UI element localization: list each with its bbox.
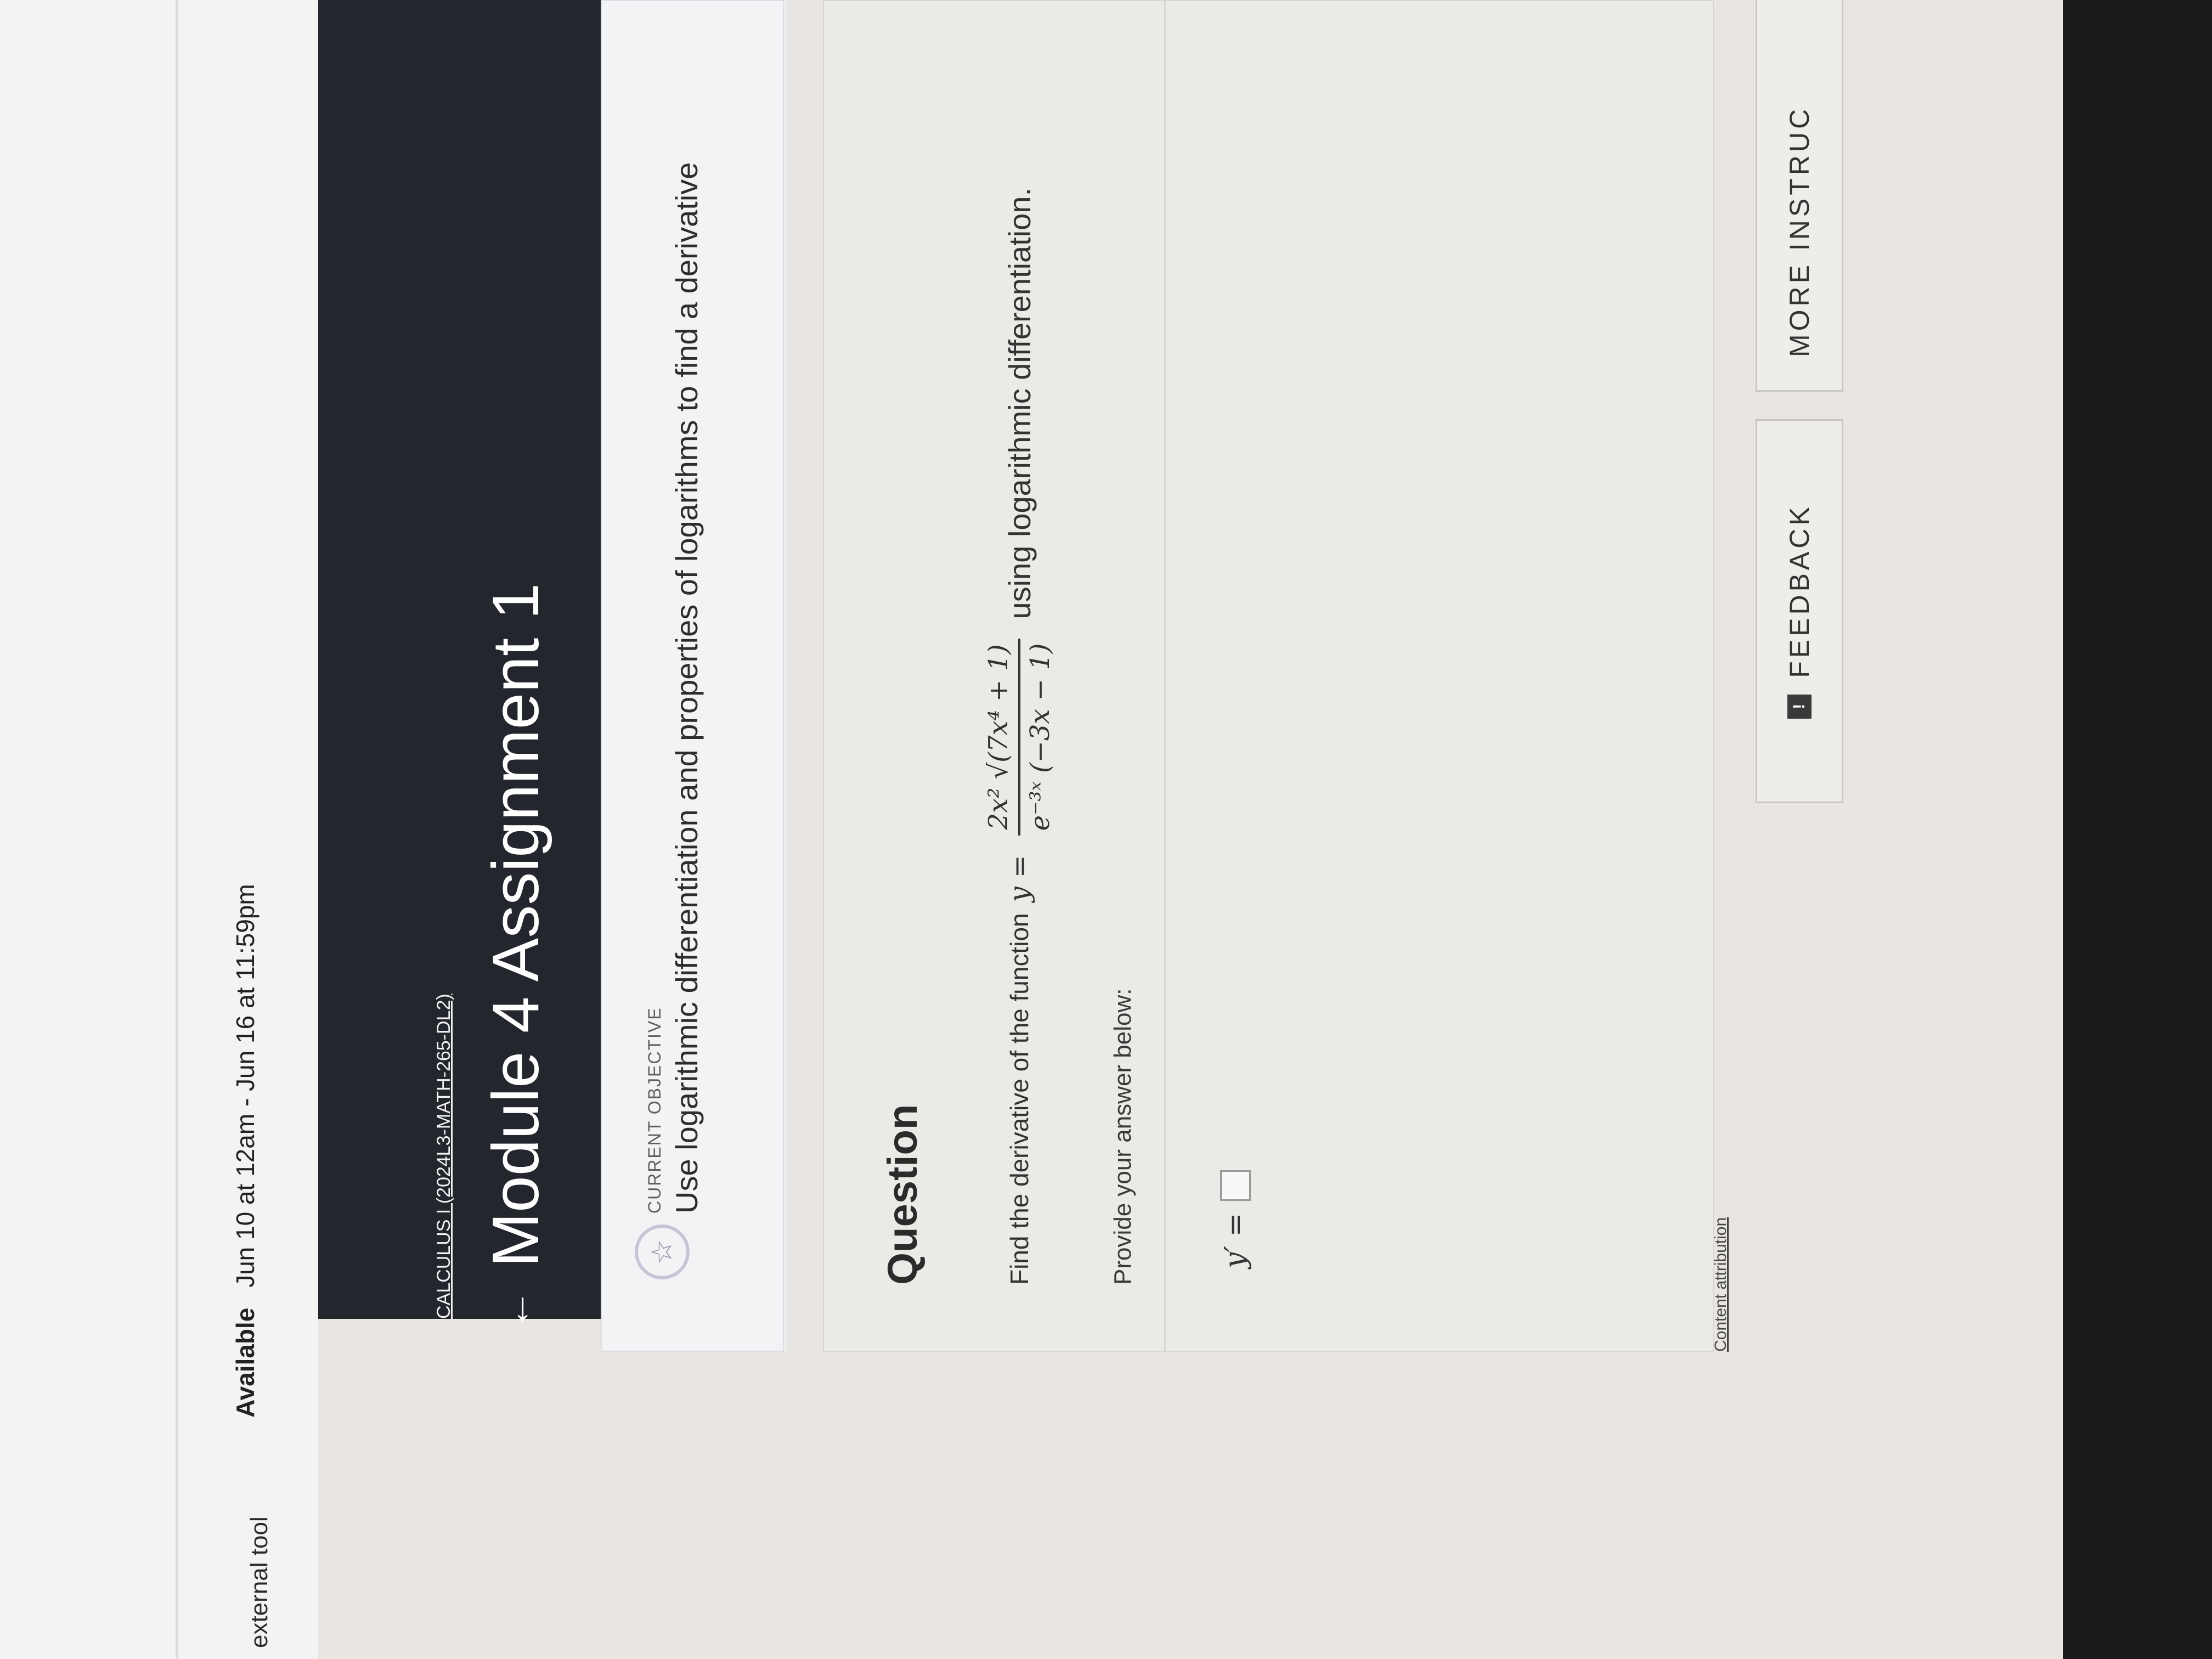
function-fraction: 2x² √(7x⁴ + 1) e⁻³ˣ (−3x − 1) bbox=[983, 637, 1056, 836]
answer-row: y′ = bbox=[1219, 1170, 1252, 1268]
feedback-label: FEEDBACK bbox=[1784, 504, 1815, 678]
more-instructions-label: MORE INSTRUC bbox=[1784, 105, 1815, 357]
provide-answer-label: Provide your answer below: bbox=[1109, 988, 1136, 1285]
question-heading: Question bbox=[879, 1104, 926, 1285]
external-tool-label: external tool bbox=[246, 1516, 273, 1648]
divider bbox=[176, 0, 178, 1659]
arrow-left-icon[interactable]: ← bbox=[493, 1289, 538, 1330]
available-dates: Jun 10 at 12am - Jun 16 at 11:59pm bbox=[231, 884, 259, 1288]
title-row: ← Module 4 Assignment 1 bbox=[479, 583, 552, 1330]
prompt-suffix: using logarithmic differentiation. bbox=[1002, 187, 1037, 619]
availability-info: Available Jun 10 at 12am - Jun 16 at 11:… bbox=[230, 884, 260, 1418]
fraction-denominator: e⁻³ˣ (−3x − 1) bbox=[1025, 643, 1056, 831]
function-lhs: y = bbox=[1003, 855, 1035, 902]
feedback-button[interactable]: ! FEEDBACK bbox=[1756, 419, 1843, 803]
monitor-bezel bbox=[2063, 0, 2212, 1659]
assignment-header bbox=[318, 0, 614, 1319]
star-icon: ☆ bbox=[635, 1224, 690, 1279]
objective-label: CURRENT OBJECTIVE bbox=[645, 1007, 664, 1214]
prompt-prefix: Find the derivative of the function bbox=[1005, 913, 1034, 1285]
more-instructions-button[interactable]: MORE INSTRUC bbox=[1756, 0, 1843, 392]
page-title: Module 4 Assignment 1 bbox=[479, 583, 552, 1267]
objective-text: Use logarithmic differentiation and prop… bbox=[669, 162, 704, 1214]
answer-divider bbox=[1164, 1, 1166, 1351]
question-card: Question Find the derivative of the func… bbox=[823, 0, 1714, 1352]
feedback-icon: ! bbox=[1787, 694, 1812, 719]
answer-input[interactable] bbox=[1220, 1170, 1251, 1201]
answer-label: y′ = bbox=[1219, 1212, 1252, 1268]
course-link[interactable]: CALCULUS I (2024L3-MATH-265-DL2) bbox=[433, 994, 455, 1319]
objective-card: ☆ CURRENT OBJECTIVE Use logarithmic diff… bbox=[601, 0, 784, 1352]
content-attribution-link[interactable]: Content attribution bbox=[1712, 1217, 1730, 1352]
fraction-numerator: 2x² √(7x⁴ + 1) bbox=[983, 639, 1020, 836]
screen: external tool Available Jun 10 at 12am -… bbox=[0, 0, 2212, 1659]
question-prompt: Find the derivative of the function y = … bbox=[983, 188, 1056, 1285]
available-label: Available bbox=[231, 1307, 259, 1418]
lms-top-strip bbox=[0, 0, 318, 1659]
